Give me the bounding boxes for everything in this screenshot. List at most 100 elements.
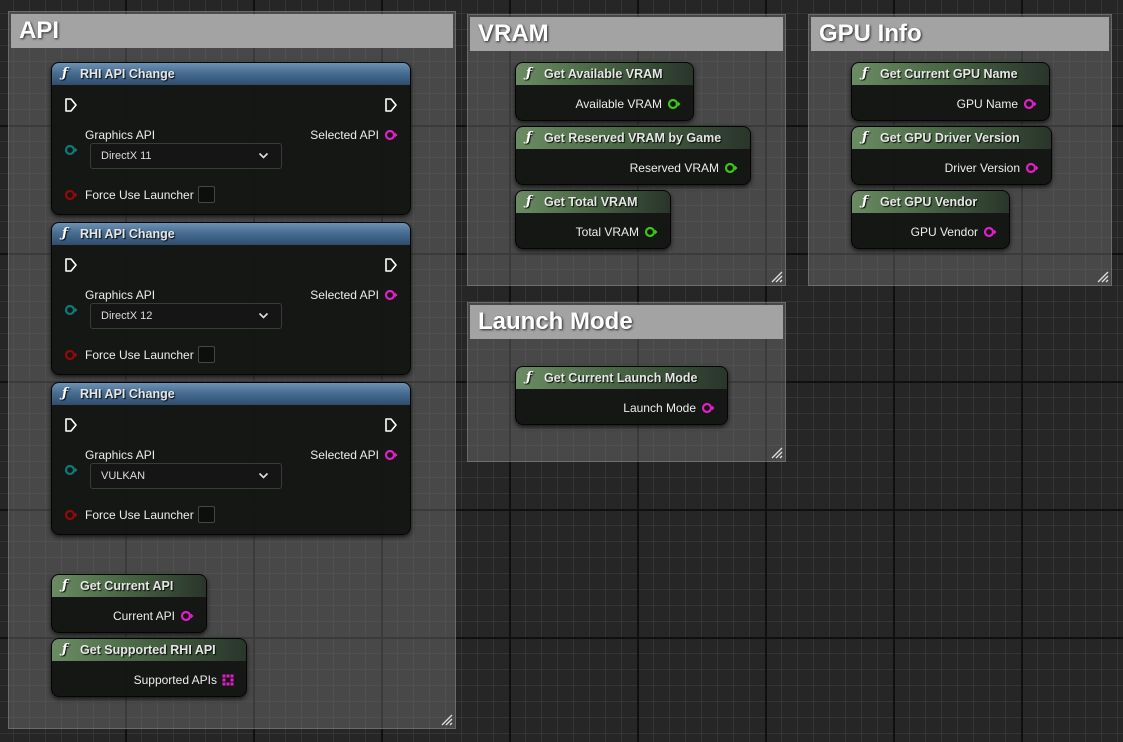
graphics-api-dropdown[interactable]: VULKAN [90, 463, 282, 489]
string-pin-icon[interactable] [1025, 162, 1039, 174]
node-title: Get Reserved VRAM by Game [544, 131, 722, 145]
graphics-api-label: Graphics API [85, 448, 156, 462]
string-pin-icon[interactable] [1023, 98, 1037, 110]
node-header[interactable]: ƒ Get Supported RHI API [52, 639, 246, 661]
boolean-pin-icon[interactable] [64, 509, 78, 521]
node-title: Get Total VRAM [544, 195, 638, 209]
comment-title-gpu-info[interactable]: GPU Info [811, 17, 1109, 51]
function-icon: ƒ [862, 66, 868, 81]
rhi-api-change-node[interactable]: ƒ RHI API Change Graphics API DirectX 11… [51, 62, 411, 215]
supported-apis-output-pin[interactable]: Supported APIs [134, 672, 234, 688]
graphics-api-dropdown[interactable]: DirectX 11 [90, 143, 282, 169]
rhi-api-change-node[interactable]: ƒ RHI API Change Graphics API DirectX 12… [51, 222, 411, 375]
node-header[interactable]: ƒ Get Current API [52, 575, 206, 597]
comment-title-launch-mode[interactable]: Launch Mode [470, 305, 783, 339]
node-header[interactable]: ƒ Get Reserved VRAM by Game [516, 127, 750, 149]
get-gpu-vendor-node[interactable]: ƒ Get GPU Vendor GPU Vendor [851, 190, 1010, 249]
get-launch-mode-node[interactable]: ƒ Get Current Launch Mode Launch Mode [515, 366, 728, 425]
output-label: GPU Name [956, 97, 1018, 111]
exec-out-pin-icon[interactable] [384, 97, 398, 113]
node-header[interactable]: ƒ Get Current GPU Name [852, 63, 1049, 85]
driver-version-output-pin[interactable]: Driver Version [945, 160, 1039, 176]
function-icon: ƒ [526, 66, 532, 81]
integer-pin-icon[interactable] [724, 162, 738, 174]
function-icon: ƒ [62, 578, 68, 593]
string-pin-icon[interactable] [983, 226, 997, 238]
exec-in-pin-icon[interactable] [64, 257, 78, 273]
graphics-api-label: Graphics API [85, 128, 156, 142]
comment-title-vram[interactable]: VRAM [470, 17, 783, 51]
node-header[interactable]: ƒ Get GPU Vendor [852, 191, 1009, 213]
node-header[interactable]: ƒ RHI API Change [52, 63, 410, 85]
get-gpu-driver-version-node[interactable]: ƒ Get GPU Driver Version Driver Version [851, 126, 1052, 185]
graphics-api-label: Graphics API [85, 288, 156, 302]
exec-in-pin-icon[interactable] [64, 97, 78, 113]
enum-pin-icon[interactable] [64, 144, 78, 156]
node-title: Get Current Launch Mode [544, 371, 698, 385]
boolean-pin-icon[interactable] [64, 189, 78, 201]
enum-pin-icon[interactable] [64, 464, 78, 476]
node-header[interactable]: ƒ RHI API Change [52, 223, 410, 245]
function-icon: ƒ [526, 370, 532, 385]
string-pin-icon[interactable] [180, 610, 194, 622]
selected-api-label: Selected API [310, 448, 379, 462]
rhi-api-change-node[interactable]: ƒ RHI API Change Graphics API VULKAN Sel… [51, 382, 411, 535]
output-label: Total VRAM [575, 225, 639, 239]
graphics-api-dropdown[interactable]: DirectX 12 [90, 303, 282, 329]
node-header[interactable]: ƒ Get Total VRAM [516, 191, 670, 213]
chevron-down-icon [258, 472, 269, 479]
node-header[interactable]: ƒ Get Available VRAM [516, 63, 693, 85]
string-pin-icon[interactable] [384, 129, 398, 141]
selected-api-output-pin[interactable]: Selected API [310, 127, 398, 143]
integer-pin-icon[interactable] [644, 226, 658, 238]
force-use-launcher-checkbox[interactable] [198, 186, 215, 203]
selected-api-output-pin[interactable]: Selected API [310, 287, 398, 303]
resize-grip-icon[interactable] [1095, 269, 1109, 283]
reserved-vram-output-pin[interactable]: Reserved VRAM [630, 160, 738, 176]
launch-mode-output-pin[interactable]: Launch Mode [623, 400, 715, 416]
node-header[interactable]: ƒ Get GPU Driver Version [852, 127, 1051, 149]
force-use-launcher-checkbox[interactable] [198, 346, 215, 363]
comment-title-api[interactable]: API [11, 14, 453, 48]
node-title: RHI API Change [80, 387, 175, 401]
get-current-api-node[interactable]: ƒ Get Current API Current API [51, 574, 207, 633]
available-vram-output-pin[interactable]: Available VRAM [576, 96, 681, 112]
exec-out-pin-icon[interactable] [384, 417, 398, 433]
output-label: Supported APIs [133, 673, 217, 687]
gpu-vendor-output-pin[interactable]: GPU Vendor [911, 224, 997, 240]
output-label: Current API [112, 609, 175, 623]
get-supported-rhi-api-node[interactable]: ƒ Get Supported RHI API Supported APIs [51, 638, 247, 697]
node-title: RHI API Change [80, 67, 175, 81]
exec-out-pin-icon[interactable] [384, 257, 398, 273]
output-label: Reserved VRAM [629, 161, 719, 175]
exec-in-pin-icon[interactable] [64, 417, 78, 433]
resize-grip-icon[interactable] [769, 269, 783, 283]
get-gpu-name-node[interactable]: ƒ Get Current GPU Name GPU Name [851, 62, 1050, 121]
integer-pin-icon[interactable] [667, 98, 681, 110]
resize-grip-icon[interactable] [769, 445, 783, 459]
current-api-output-pin[interactable]: Current API [113, 608, 194, 624]
selected-api-output-pin[interactable]: Selected API [310, 447, 398, 463]
force-use-launcher-label: Force Use Launcher [85, 508, 194, 522]
total-vram-output-pin[interactable]: Total VRAM [576, 224, 658, 240]
boolean-pin-icon[interactable] [64, 349, 78, 361]
string-pin-icon[interactable] [701, 402, 715, 414]
get-available-vram-node[interactable]: ƒ Get Available VRAM Available VRAM [515, 62, 694, 121]
node-title: Get GPU Driver Version [880, 131, 1020, 145]
node-header[interactable]: ƒ Get Current Launch Mode [516, 367, 727, 389]
string-pin-icon[interactable] [384, 289, 398, 301]
node-title: RHI API Change [80, 227, 175, 241]
node-title: Get GPU Vendor [880, 195, 978, 209]
resize-grip-icon[interactable] [439, 712, 453, 726]
force-use-launcher-label: Force Use Launcher [85, 348, 194, 362]
function-icon: ƒ [862, 130, 868, 145]
enum-pin-icon[interactable] [64, 304, 78, 316]
gpu-name-output-pin[interactable]: GPU Name [957, 96, 1037, 112]
array-pin-icon[interactable] [222, 674, 234, 686]
string-pin-icon[interactable] [384, 449, 398, 461]
force-use-launcher-checkbox[interactable] [198, 506, 215, 523]
get-total-vram-node[interactable]: ƒ Get Total VRAM Total VRAM [515, 190, 671, 249]
get-reserved-vram-node[interactable]: ƒ Get Reserved VRAM by Game Reserved VRA… [515, 126, 751, 185]
node-header[interactable]: ƒ RHI API Change [52, 383, 410, 405]
function-icon: ƒ [526, 130, 532, 145]
